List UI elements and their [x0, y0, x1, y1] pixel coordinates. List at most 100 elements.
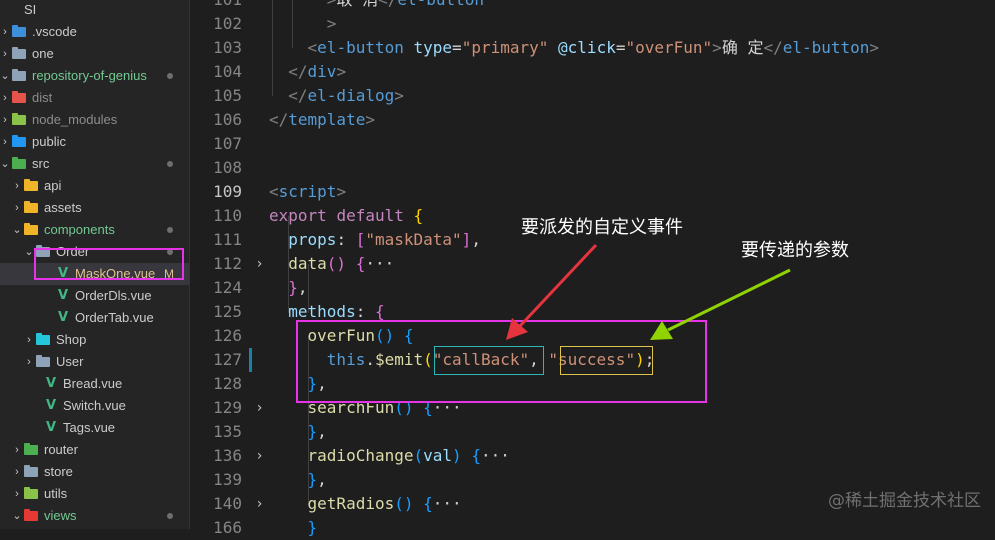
code-line[interactable]: 102 > [190, 12, 995, 36]
vue-file-icon: V [57, 266, 69, 281]
code-token: , [317, 374, 327, 393]
code-token: </ [763, 38, 783, 57]
code-line[interactable]: 108 [190, 156, 995, 180]
file-tree: SI › .vscode › one ⌄ repository-of-genius › dist… [0, 0, 190, 529]
code-line[interactable]: 105 </el-dialog> [190, 84, 995, 108]
tree-item[interactable]: ⌄ views [0, 505, 190, 527]
code-token: searchFun [307, 398, 395, 417]
code-line[interactable]: 104 </div> [190, 60, 995, 84]
chevron-down-icon[interactable]: ⌄ [24, 241, 34, 263]
tree-item[interactable]: › router [0, 439, 190, 461]
tree-item[interactable]: V MaskOne.vue M [0, 263, 190, 285]
code-line[interactable]: 103 <el-button type="primary" @click="ov… [190, 36, 995, 60]
code-line[interactable]: 129 › searchFun() {··· [190, 396, 995, 420]
code-line[interactable]: 136 › radioChange(val) {··· [190, 444, 995, 468]
chevron-right-icon[interactable]: › [12, 461, 22, 483]
tree-item[interactable]: SI [0, 0, 190, 21]
tree-item-label: utils [44, 486, 68, 501]
folder-components-icon [24, 223, 38, 235]
tree-item[interactable]: ⌄ Order [0, 241, 190, 263]
line-number: 136 [213, 446, 242, 465]
code-line[interactable]: 124 }, [190, 276, 995, 300]
tree-item-label: router [44, 442, 78, 457]
code-token: } [307, 470, 318, 489]
tree-item[interactable]: › .vscode [0, 21, 190, 43]
tree-item[interactable]: › public [0, 131, 190, 153]
chevron-right-icon[interactable]: › [12, 483, 22, 505]
tree-item[interactable]: › node_modules [0, 109, 190, 131]
chevron-right-icon[interactable]: › [12, 439, 22, 461]
chevron-right-icon[interactable]: › [12, 175, 22, 197]
tree-item[interactable]: ⌄ src [0, 153, 190, 175]
chevron-down-icon[interactable]: ⌄ [12, 505, 22, 527]
code-token: </ [378, 0, 397, 9]
code-token: > [336, 62, 347, 81]
tree-item[interactable]: ⌄ repository-of-genius [0, 65, 190, 87]
tree-item[interactable]: › utils [0, 483, 190, 505]
tree-item[interactable]: V OrderTab.vue [0, 307, 190, 329]
chevron-right-icon[interactable]: › [0, 109, 10, 131]
tree-item[interactable]: › Shop [0, 329, 190, 351]
code-token: } [307, 518, 318, 537]
tree-item-label: Bread.vue [63, 376, 123, 391]
code-line[interactable]: 128 }, [190, 372, 995, 396]
code-line[interactable]: 135 }, [190, 420, 995, 444]
tree-item[interactable]: › User [0, 351, 190, 373]
line-number: 108 [213, 158, 242, 177]
tree-item[interactable]: ⌄ components [0, 219, 190, 241]
line-number: 107 [213, 134, 242, 153]
code-token: () [326, 254, 347, 273]
code-line[interactable]: 126 overFun() { [190, 324, 995, 348]
fold-chevron-icon[interactable]: › [251, 492, 268, 516]
code-text: </div> [269, 60, 346, 84]
code-line[interactable]: 112 › data() {··· [190, 252, 995, 276]
tree-item[interactable]: V Tags.vue [0, 417, 190, 439]
code-line[interactable]: 101 >取 消</el-button [190, 0, 995, 12]
tree-item[interactable]: V Switch.vue [0, 395, 190, 417]
code-text: }, [269, 276, 307, 300]
code-line[interactable]: 127 this.$emit("callBack", "success"); [190, 348, 995, 372]
line-number: 105 [213, 86, 242, 105]
chevron-right-icon[interactable]: › [24, 351, 34, 373]
tree-item[interactable]: › store [0, 461, 190, 483]
tree-item[interactable]: V Bread.vue [0, 373, 190, 395]
tree-item-label: User [56, 354, 84, 369]
chevron-right-icon[interactable]: › [0, 43, 10, 65]
chevron-down-icon[interactable]: ⌄ [0, 65, 10, 87]
code-token: 确 定 [721, 38, 764, 57]
tree-item[interactable]: › dist [0, 87, 190, 109]
fold-chevron-icon[interactable]: › [251, 252, 268, 276]
tree-item[interactable]: › api [0, 175, 190, 197]
code-line[interactable]: 107 [190, 132, 995, 156]
code-line[interactable]: 106 </template> [190, 108, 995, 132]
code-text: >取 消</el-button [269, 0, 484, 12]
tree-item[interactable]: V OrderDls.vue [0, 285, 190, 307]
chevron-down-icon[interactable]: ⌄ [12, 219, 22, 241]
code-line[interactable]: 109 <script> [190, 180, 995, 204]
chevron-right-icon[interactable]: › [24, 329, 34, 351]
line-number: 112 [213, 254, 242, 273]
chevron-down-icon[interactable]: ⌄ [0, 153, 10, 175]
chevron-right-icon[interactable]: › [12, 197, 22, 219]
chevron-right-icon[interactable]: › [0, 131, 10, 153]
code-text: radioChange(val) {··· [269, 444, 510, 468]
fold-chevron-icon[interactable]: › [251, 444, 268, 468]
tree-item-label: repository-of-genius [32, 68, 147, 83]
code-token: template [288, 110, 366, 129]
watermark: @稀土掘金技术社区 [828, 491, 981, 511]
code-editor[interactable]: 101 >取 消</el-button102 >103 <el-button t… [190, 0, 995, 537]
code-line[interactable]: 125 methods: { [190, 300, 995, 324]
code-token: () [374, 326, 395, 345]
tree-item[interactable]: › assets [0, 197, 190, 219]
code-line[interactable]: 166 } [190, 516, 995, 540]
chevron-right-icon[interactable]: › [0, 21, 10, 43]
tree-item[interactable]: › one [0, 43, 190, 65]
vue-file-icon: V [57, 288, 69, 303]
code-token: export [269, 206, 327, 225]
fold-chevron-icon[interactable]: › [251, 396, 268, 420]
chevron-right-icon[interactable]: › [0, 87, 10, 109]
